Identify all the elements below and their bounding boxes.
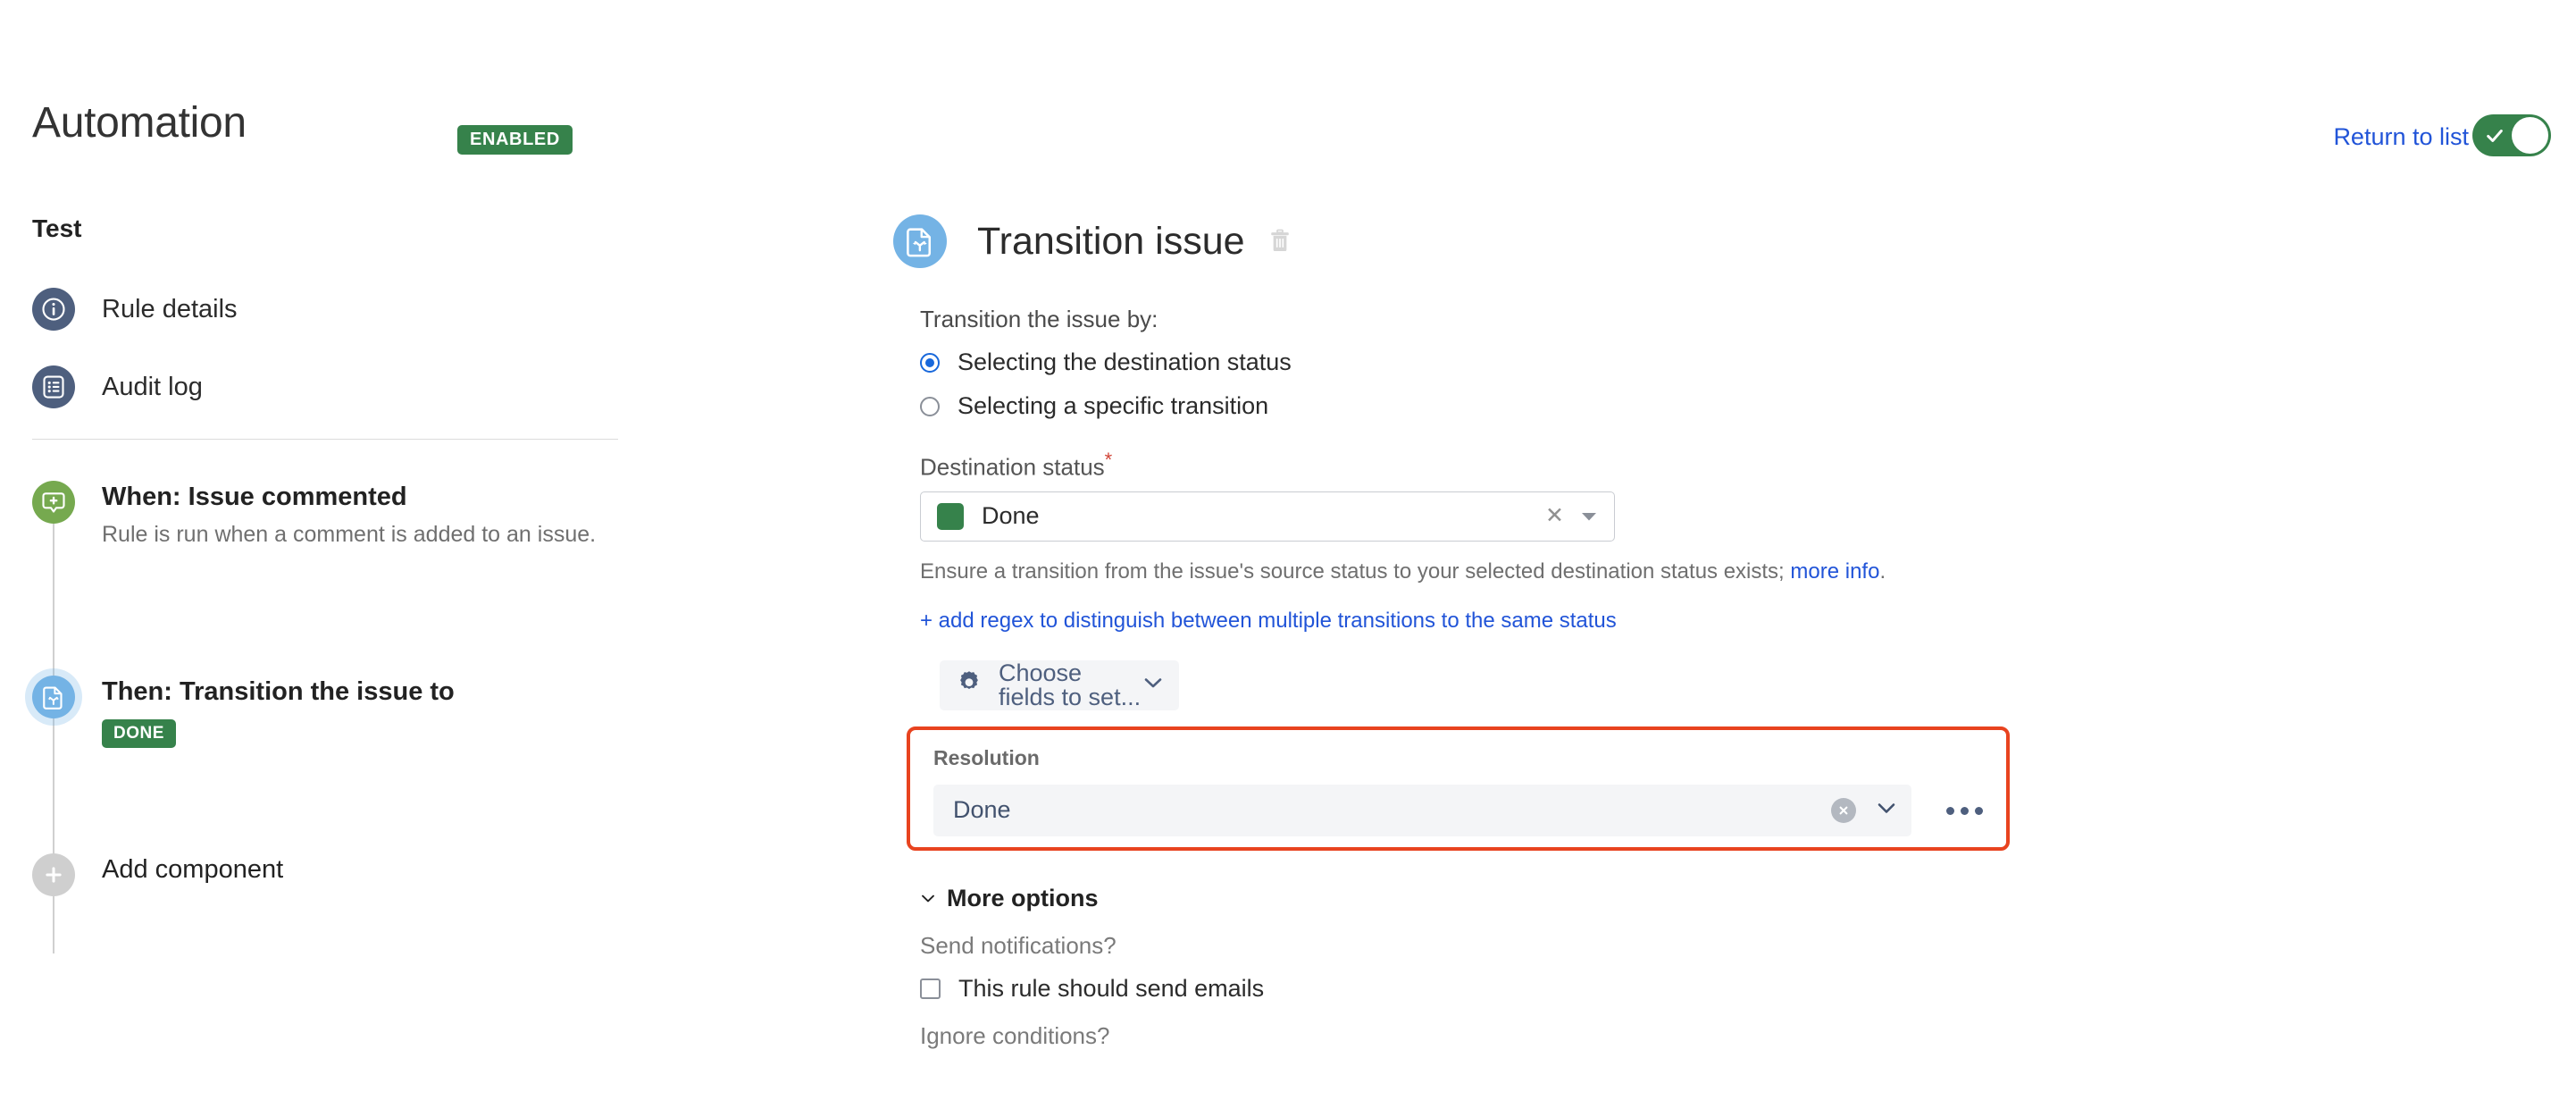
dot xyxy=(1946,806,1954,815)
radio-destination-status[interactable]: Selecting the destination status xyxy=(920,350,2233,374)
timeline-node-trigger[interactable]: When: Issue commented Rule is run when a… xyxy=(32,481,625,550)
help-text-before: Ensure a transition from the issue's sou… xyxy=(920,558,1791,584)
clear-icon[interactable]: ✕ xyxy=(1545,505,1564,527)
action-header: Transition issue xyxy=(893,209,2233,273)
sidebar-nav: Rule details Audit log xyxy=(32,283,625,413)
clear-circle-icon[interactable] xyxy=(1831,797,1856,823)
radio-label: Selecting a specific transition xyxy=(958,392,1269,419)
required-marker: * xyxy=(1104,449,1113,471)
automation-rule-editor-page: Automation ENABLED Return to list Test R… xyxy=(0,0,2576,1117)
action-form: Transition the issue by: Selecting the d… xyxy=(907,306,2233,1049)
timeline-node-title: Then: Transition the issue to xyxy=(102,677,455,707)
timeline-node-title: Add component xyxy=(102,855,284,885)
rule-enabled-toggle[interactable] xyxy=(2472,114,2551,156)
top-bar: Automation ENABLED Return to list xyxy=(0,0,2576,188)
destination-status-value: Done xyxy=(982,502,1040,530)
destination-status-label-text: Destination status xyxy=(920,453,1105,481)
return-to-list-link[interactable]: Return to list xyxy=(2333,123,2469,151)
action-title: Transition issue xyxy=(977,219,1245,263)
timeline-spacer xyxy=(32,550,625,676)
timeline-spacer xyxy=(32,748,625,853)
more-horizontal-icon[interactable] xyxy=(1946,806,1983,815)
resolution-value: Done xyxy=(953,796,1011,824)
dot xyxy=(1975,806,1983,815)
action-detail-panel: Transition issue Transition the issue by… xyxy=(893,188,2233,1047)
timeline-node-description: Rule is run when a comment is added to a… xyxy=(102,522,597,548)
transition-issue-icon xyxy=(32,676,75,719)
timeline-node-title: When: Issue commented xyxy=(102,483,407,511)
more-options-toggle[interactable]: More options xyxy=(920,886,2233,911)
radio-label: Selecting the destination status xyxy=(958,349,1292,375)
sidebar-item-audit-log[interactable]: Audit log xyxy=(32,361,625,413)
help-text-after: . xyxy=(1879,558,1886,584)
status-color-swatch xyxy=(937,502,964,530)
timeline-node-badge: DONE xyxy=(102,719,176,749)
radio-button[interactable] xyxy=(920,352,940,373)
destination-status-label: Destination status* xyxy=(920,450,2233,479)
more-info-link[interactable]: more info xyxy=(1790,559,1879,584)
send-emails-label: This rule should send emails xyxy=(958,974,1265,1002)
chevron-down-icon xyxy=(920,894,936,903)
transition-issue-icon xyxy=(893,214,947,268)
sidebar: Test Rule details Audit log When: Issue … xyxy=(0,188,625,953)
timeline-node-body: Then: Transition the issue to DONE xyxy=(102,676,455,749)
more-options-label: More options xyxy=(947,884,1099,911)
check-icon xyxy=(2487,130,2503,142)
destination-status-help: Ensure a transition from the issue's sou… xyxy=(920,558,2233,585)
plus-icon xyxy=(32,853,75,897)
sidebar-item-rule-details[interactable]: Rule details xyxy=(32,283,625,335)
radio-button[interactable] xyxy=(920,396,940,416)
chevron-down-icon[interactable] xyxy=(1876,802,1897,819)
resolution-select[interactable]: Done xyxy=(933,784,1911,836)
choose-fields-button[interactable]: Choose fields to set... xyxy=(940,659,1179,710)
choose-fields-label: Choose fields to set... xyxy=(999,659,1142,710)
send-emails-checkbox[interactable] xyxy=(920,978,941,999)
send-emails-checkbox-row[interactable]: This rule should send emails xyxy=(920,974,2233,1002)
dot xyxy=(1961,806,1969,815)
add-regex-link[interactable]: + add regex to distinguish between multi… xyxy=(920,609,1617,634)
chevron-down-icon[interactable] xyxy=(1143,676,1163,693)
trash-icon[interactable] xyxy=(1268,228,1292,259)
add-component-button[interactable]: Add component xyxy=(32,853,625,897)
rule-name: Test xyxy=(32,214,82,242)
sidebar-item-label: Rule details xyxy=(102,294,238,323)
destination-status-select[interactable]: Done ✕ xyxy=(920,491,1615,542)
ignore-conditions-label: Ignore conditions? xyxy=(920,1021,1110,1049)
sidebar-item-label: Audit log xyxy=(102,372,203,401)
timeline-node-body: When: Issue commented Rule is run when a… xyxy=(102,481,596,550)
radio-specific-transition[interactable]: Selecting a specific transition xyxy=(920,394,2233,418)
rule-timeline: When: Issue commented Rule is run when a… xyxy=(32,481,625,953)
list-document-icon xyxy=(32,365,75,408)
timeline-node-action[interactable]: Then: Transition the issue to DONE xyxy=(32,676,625,749)
page-title: Automation xyxy=(32,99,247,147)
resolution-field-highlight: Resolution Done xyxy=(907,726,2010,851)
comment-add-icon xyxy=(32,481,75,524)
send-notifications-label: Send notifications? xyxy=(920,931,1117,959)
status-badge: ENABLED xyxy=(457,125,573,155)
timeline-node-body: Add component xyxy=(102,853,283,885)
caret-down-icon[interactable] xyxy=(1580,510,1598,523)
gear-icon xyxy=(956,669,983,701)
info-icon xyxy=(32,288,75,331)
toggle-knob xyxy=(2512,117,2548,154)
transition-by-label: Transition the issue by: xyxy=(920,306,1158,332)
resolution-label: Resolution xyxy=(933,745,1040,769)
sidebar-divider xyxy=(32,439,618,440)
